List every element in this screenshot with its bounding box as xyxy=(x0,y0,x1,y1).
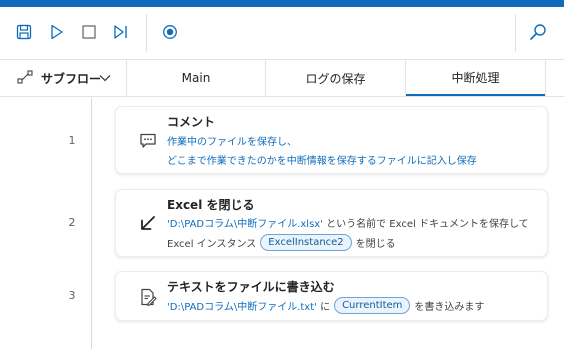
stop-button[interactable] xyxy=(77,20,101,44)
step-number: 2 xyxy=(68,216,76,229)
description-text: という名前で Excel ドキュメントを保存して xyxy=(322,219,529,230)
variable-pill[interactable]: CurrentItem xyxy=(334,297,411,314)
toolbar-divider-right xyxy=(515,14,516,52)
step-title: コメント xyxy=(167,115,216,129)
play-icon xyxy=(51,24,63,40)
tab-interruption-label: 中断処理 xyxy=(451,70,500,85)
search-button[interactable] xyxy=(526,20,550,44)
file-path-value: 'D:\PADコラム\中断ファイル.xlsx' xyxy=(167,219,323,230)
close-excel-arrow-icon xyxy=(141,216,155,230)
run-button[interactable] xyxy=(45,20,69,44)
record-button[interactable] xyxy=(158,20,182,44)
tab-main-label: Main xyxy=(181,71,211,85)
description-text: に xyxy=(316,302,331,313)
tab-divider xyxy=(545,60,546,96)
run-next-step-icon xyxy=(114,25,127,39)
step-description-line: 'D:\PADコラム\中断ファイル.txt' に CurrentItem を書き… xyxy=(167,297,484,314)
subflows-label: サブフロー xyxy=(41,72,102,86)
step-description-line: 'D:\PADコラム\中断ファイル.xlsx' という名前で Excel ドキュ… xyxy=(167,215,529,230)
tab-interruption[interactable]: 中断処理 xyxy=(406,60,545,96)
description-text: Excel インスタンス xyxy=(167,239,257,250)
write-text-file-icon xyxy=(141,288,157,306)
step-title: テキストをファイルに書き込む xyxy=(167,280,335,294)
tab-log-save-label: ログの保存 xyxy=(305,71,366,86)
save-button[interactable] xyxy=(12,20,36,44)
flow-step-close-excel[interactable]: Excel を閉じる 'D:\PADコラム\中断ファイル.xlsx' という名前… xyxy=(115,189,548,257)
file-path-value: 'D:\PADコラム\中断ファイル.txt' xyxy=(167,302,317,313)
tab-main[interactable]: Main xyxy=(127,60,265,96)
comment-text-line: 作業中のファイルを保存し、 xyxy=(167,137,297,148)
toolbar-divider xyxy=(146,14,147,52)
flow-step-write-text-file[interactable]: テキストをファイルに書き込む 'D:\PADコラム\中断ファイル.txt' に … xyxy=(115,271,548,321)
run-next-step-button[interactable] xyxy=(109,20,133,44)
description-text: を書き込みます xyxy=(414,302,485,313)
toolbar xyxy=(0,7,564,59)
step-number: 3 xyxy=(68,289,76,302)
save-icon xyxy=(16,24,32,40)
subflow-icon xyxy=(17,70,33,84)
subflows-dropdown[interactable]: サブフロー xyxy=(0,60,126,96)
flow-step-comment[interactable]: コメント 作業中のファイルを保存し、 どこまで作業できたのかを中断情報を保存する… xyxy=(115,106,548,174)
chevron-down-icon xyxy=(99,75,111,82)
step-description-line: Excel インスタンス ExcelInstance2 を閉じる xyxy=(167,234,396,251)
description-text: を閉じる xyxy=(355,239,396,250)
comment-text-line: どこまで作業できたのかを中断情報を保存するファイルに記入し保存 xyxy=(167,156,477,167)
search-icon xyxy=(530,24,546,40)
stop-icon xyxy=(82,25,96,39)
variable-pill[interactable]: ExcelInstance2 xyxy=(260,234,352,251)
step-title: Excel を閉じる xyxy=(167,198,255,212)
record-icon xyxy=(163,25,177,39)
title-bar-accent xyxy=(0,0,564,7)
step-number: 1 xyxy=(68,134,76,147)
subflow-tab-bar: サブフロー Main ログの保存 中断処理 xyxy=(0,59,564,97)
tab-log-save[interactable]: ログの保存 xyxy=(266,60,405,96)
line-number-gutter-divider xyxy=(91,98,92,349)
comment-icon xyxy=(140,133,156,148)
